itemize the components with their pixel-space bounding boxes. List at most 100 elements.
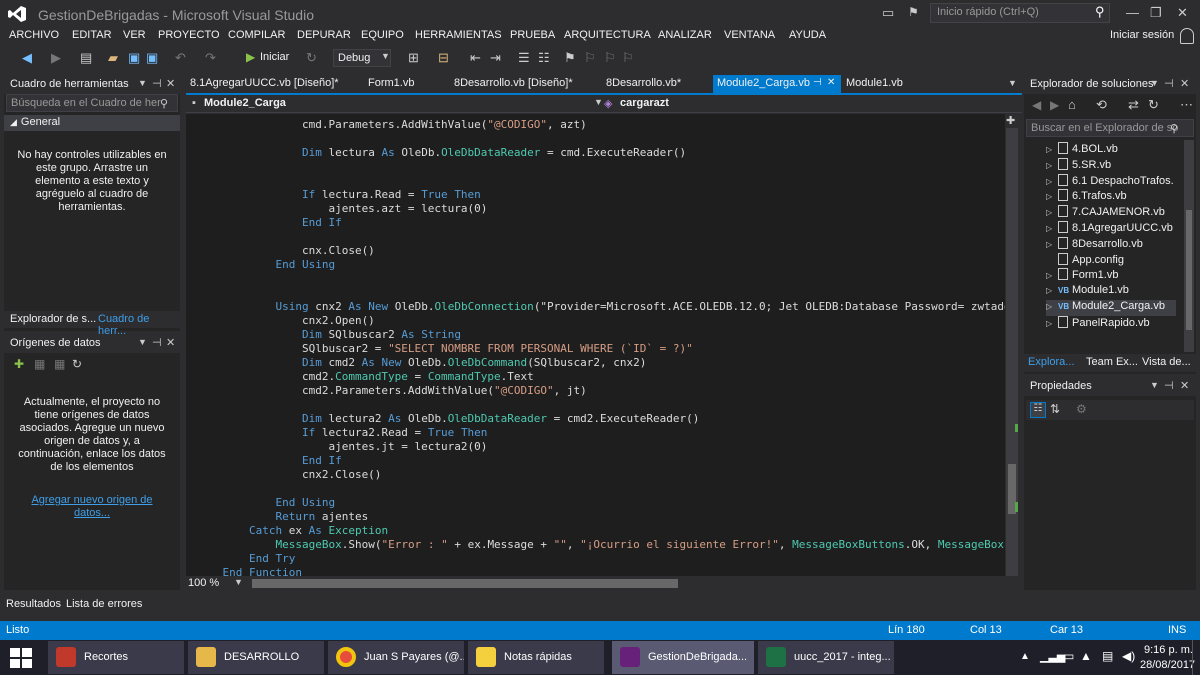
code-line[interactable]: Dim cmd2 As New OleDb.OleDbCommand(SQlbu… — [196, 356, 646, 370]
code-line[interactable]: cnx2.Close() — [196, 468, 381, 482]
browser-link-icon[interactable]: ⊞ — [408, 50, 419, 66]
menu-herramientas[interactable]: HERRAMIENTAS — [415, 29, 502, 41]
comment-icon[interactable]: ☰ — [518, 50, 530, 66]
menu-proyecto[interactable]: PROYECTO — [158, 29, 220, 41]
expand-icon[interactable]: ▷ — [1046, 224, 1058, 233]
solution-item[interactable]: ▷ VB Module2_Carga.vb — [1046, 300, 1176, 316]
tab-solution-explorer-left[interactable]: Explorador de s... — [10, 313, 96, 325]
code-line[interactable]: cnx2.Open() — [196, 314, 375, 328]
solution-item[interactable]: ▷ VB Module1.vb — [1046, 284, 1129, 300]
solution-item[interactable]: ▷ 6.Trafos.vb — [1046, 189, 1127, 205]
network-icon[interactable]: ▁▃▅ — [1040, 650, 1065, 663]
expand-icon[interactable]: ▷ — [1046, 208, 1058, 217]
task-sticky-notes[interactable]: Notas rápidas — [468, 641, 604, 674]
code-line[interactable]: cnx.Close() — [196, 244, 375, 258]
refresh-icon[interactable]: ↻ — [306, 50, 317, 66]
taskbar-time[interactable]: 9:16 p. m. — [1144, 644, 1193, 656]
code-line[interactable]: End If — [196, 454, 342, 468]
open-folder-icon[interactable]: ▰ — [108, 50, 118, 66]
find-in-files-icon[interactable]: ⊟ — [438, 50, 449, 66]
code-line[interactable]: Dim SQlbuscar2 As String — [196, 328, 461, 342]
code-line[interactable]: End If — [196, 216, 342, 230]
code-line[interactable]: cmd2.CommandType = CommandType.Text — [196, 370, 534, 384]
outdent-icon[interactable]: ⇥ — [490, 50, 501, 66]
tab-output[interactable]: Resultados — [6, 598, 61, 610]
uncomment-icon[interactable]: ☷ — [538, 50, 550, 66]
menu-editar[interactable]: EDITAR — [72, 29, 112, 41]
task-chrome[interactable]: Juan S Payares (@... — [328, 641, 464, 674]
expand-icon[interactable]: ▷ — [1046, 177, 1058, 186]
expand-icon[interactable]: ▷ — [1046, 319, 1058, 328]
task-excel[interactable]: uucc_2017 - integ... — [758, 641, 894, 674]
forward-icon[interactable]: ▶ — [51, 50, 61, 66]
maximize-button[interactable]: ❐ — [1150, 5, 1162, 21]
signin-link[interactable]: Iniciar sesión — [1110, 29, 1174, 41]
menu-ver[interactable]: VER — [123, 29, 146, 41]
pending-changes-icon[interactable]: ⇄ — [1128, 97, 1139, 113]
close-icon[interactable]: ✕ — [166, 336, 175, 349]
solution-scrollbar[interactable] — [1184, 140, 1194, 352]
solution-item[interactable]: ▷ 8.1AgregarUUCC.vb — [1046, 221, 1173, 237]
chevron-down-icon[interactable]: ▼ — [594, 97, 603, 107]
code-line[interactable]: End Using — [196, 258, 335, 272]
tab-desarrollo-code[interactable]: 8Desarrollo.vb* — [602, 76, 685, 92]
code-line[interactable]: cmd2.Parameters.AddWithValue("@CODIGO", … — [196, 384, 587, 398]
add-datasource-icon[interactable]: ✚ — [14, 357, 24, 371]
close-icon[interactable]: ✕ — [166, 77, 175, 90]
expand-icon[interactable]: ▷ — [1046, 145, 1058, 154]
battery-icon[interactable]: ▭ — [1063, 649, 1074, 663]
windows-start-icon[interactable] — [10, 648, 32, 668]
new-project-icon[interactable]: ▤ — [80, 50, 92, 66]
solution-item[interactable]: ▷ PanelRapido.vb — [1046, 315, 1150, 332]
refresh-icon[interactable]: ↻ — [72, 357, 82, 371]
property-pages-icon[interactable]: ⚙ — [1076, 402, 1087, 416]
dropdown-icon[interactable]: ▼ — [1150, 380, 1159, 390]
home-icon[interactable]: ⌂ — [1068, 97, 1076, 112]
volume-icon[interactable]: ◀) — [1122, 649, 1135, 663]
close-icon[interactable]: ✕ — [1180, 77, 1189, 90]
pin-icon[interactable]: ⊣ — [1164, 379, 1174, 392]
solution-item[interactable]: ▷ 5.SR.vb — [1046, 157, 1111, 174]
show-hidden-icons[interactable]: ▲ — [1020, 651, 1030, 662]
dropdown-icon[interactable]: ▼ — [1150, 78, 1159, 88]
taskbar-date[interactable]: 28/08/2017 — [1140, 659, 1195, 671]
close-button[interactable]: ✕ — [1177, 5, 1188, 21]
start-button[interactable]: Iniciar — [260, 51, 289, 63]
menu-compilar[interactable]: COMPILAR — [228, 29, 285, 41]
expand-icon[interactable]: ▷ — [1046, 240, 1058, 249]
code-editor[interactable]: cmd.Parameters.AddWithValue("@CODIGO", a… — [190, 114, 1005, 576]
expand-icon[interactable]: ▷ — [1046, 302, 1058, 311]
undo-icon[interactable]: ↶ — [175, 50, 186, 66]
menu-prueba[interactable]: PRUEBA — [510, 29, 555, 41]
code-line[interactable]: Using cnx2 As New OleDb.OleDbConnection(… — [196, 300, 1005, 314]
code-line[interactable]: Dim lectura2 As OleDb.OleDbDataReader = … — [196, 412, 699, 426]
bookmark-icon[interactable]: ⚑ — [564, 50, 576, 66]
prev-bookmark-icon[interactable]: ⚐ — [584, 50, 596, 66]
quick-launch-input[interactable]: Inicio rápido (Ctrl+Q) — [930, 3, 1110, 23]
tab-error-list[interactable]: Lista de errores — [66, 598, 142, 610]
save-all-icon[interactable]: ▣ — [146, 50, 158, 66]
code-line[interactable]: MessageBox.Show("Error : " + ex.Message … — [196, 538, 1005, 552]
tab-team-explorer[interactable]: Team Ex... — [1086, 356, 1138, 368]
scrollbar-thumb[interactable] — [1186, 210, 1192, 330]
menu-ayuda[interactable]: AYUDA — [789, 29, 826, 41]
feedback-icon[interactable]: ▭ — [882, 5, 894, 21]
tab-class-view[interactable]: Vista de... — [1142, 356, 1191, 368]
search-icon[interactable]: ⚲ — [1095, 4, 1105, 20]
avatar-icon[interactable] — [1180, 28, 1194, 44]
notifications-icon[interactable]: ⚑ — [908, 5, 919, 19]
notifications-icon[interactable]: ▤ — [1102, 649, 1113, 663]
menu-arquitectura[interactable]: ARQUITECTURA — [564, 29, 651, 41]
code-line[interactable]: cmd.Parameters.AddWithValue("@CODIGO", a… — [196, 118, 587, 132]
code-line[interactable]: ajentes.azt = lectura(0) — [196, 202, 487, 216]
menu-analizar[interactable]: ANALIZAR — [658, 29, 712, 41]
zoom-level[interactable]: 100 % — [188, 577, 219, 589]
code-line[interactable]: ajentes.jt = lectura2(0) — [196, 440, 487, 454]
next-bookmark-icon[interactable]: ⚐ — [604, 50, 616, 66]
edit-dataset-icon[interactable]: ▦ — [34, 357, 45, 371]
search-icon[interactable]: ⚲ — [160, 97, 168, 110]
pin-icon[interactable]: ⊣ — [152, 77, 162, 90]
alphabetical-icon[interactable]: ⇅ — [1050, 402, 1060, 416]
chevron-down-icon[interactable]: ▼ — [381, 51, 390, 61]
code-line[interactable]: If lectura2.Read = True Then — [196, 426, 487, 440]
